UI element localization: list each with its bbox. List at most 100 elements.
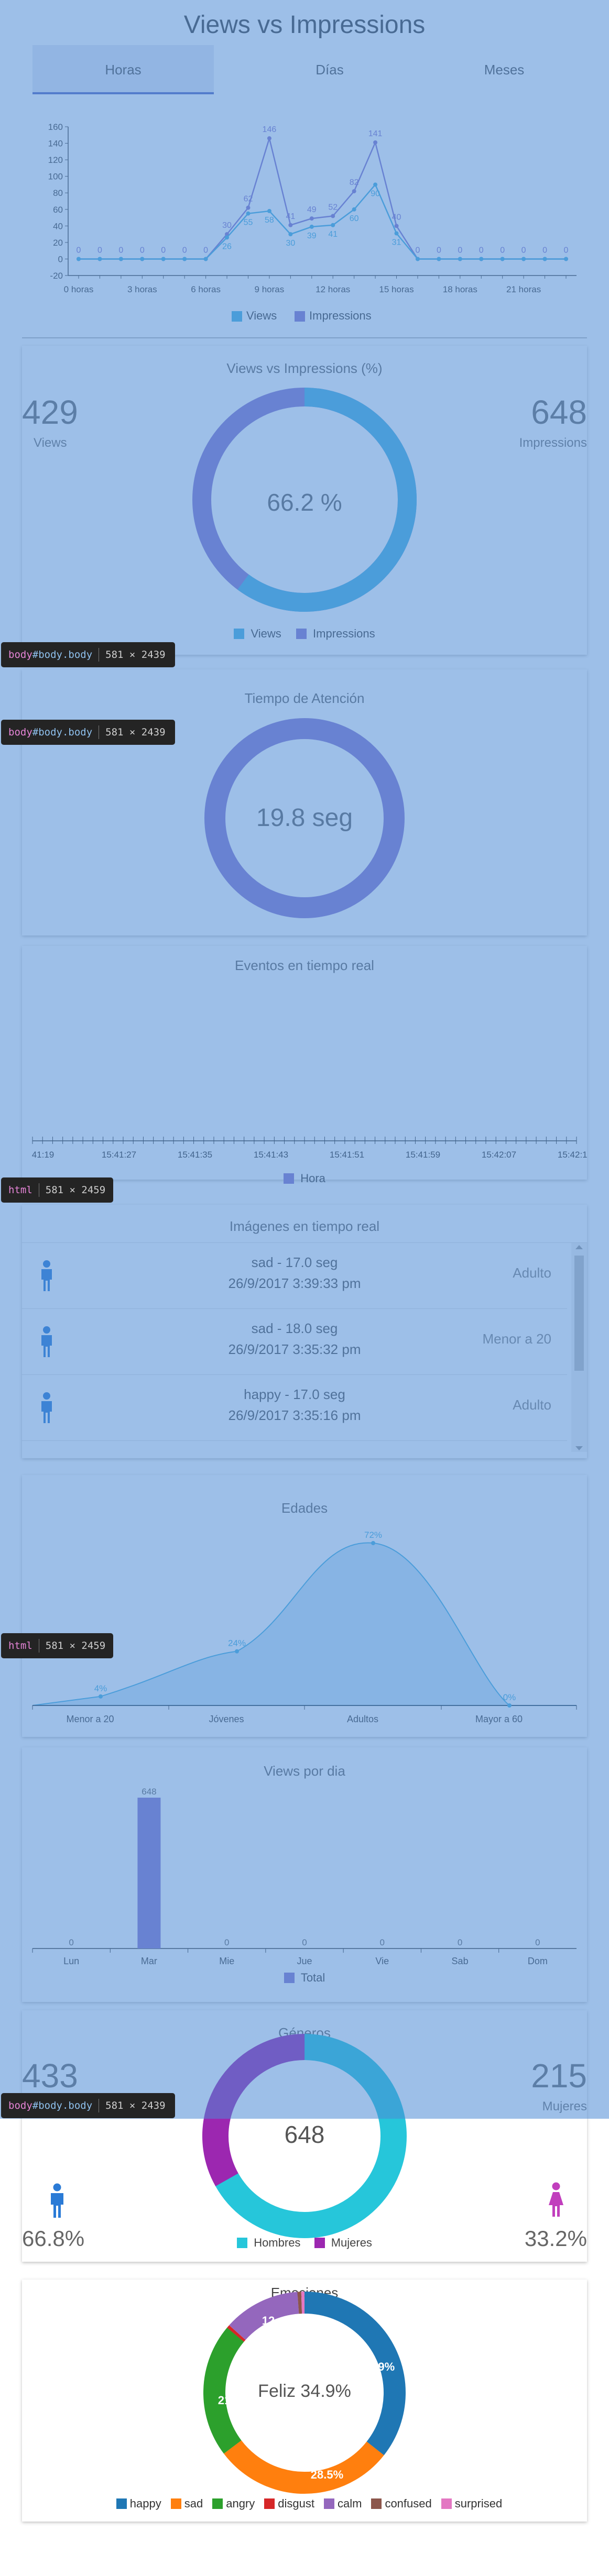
legend-sad-label: sad <box>184 2497 203 2511</box>
data-point <box>288 232 293 237</box>
legend-disgust-swatch <box>264 2498 275 2509</box>
data-label: 146 <box>263 125 277 134</box>
x-tick-label: Vie <box>375 1956 389 1966</box>
genders-card: Géneros 433 215 Mujeres 648 66.8% 33.2% … <box>22 2010 587 2262</box>
scrollbar-up-arrow[interactable] <box>575 1245 583 1249</box>
realtime-images-list[interactable]: sad - 17.0 seg 26/9/2017 3:39:33 pm Adul… <box>22 1242 587 1452</box>
bar-value-label: 0 <box>380 1937 385 1947</box>
data-label: 49 <box>307 205 317 214</box>
x-tick-label: Menor a 20 <box>66 1714 114 1724</box>
legend-happy-swatch <box>116 2498 127 2509</box>
data-label: 0 <box>500 246 505 255</box>
image-age-group: Menor a 20 <box>482 1331 551 1347</box>
legend-angry-label: angry <box>226 2497 255 2511</box>
scrollbar-down-arrow[interactable] <box>575 1446 583 1450</box>
slice-label: 28.5% <box>311 2468 343 2481</box>
data-label: 40 <box>392 213 401 222</box>
legend-impressions-swatch <box>295 311 305 322</box>
x-tick-label: Jóvenes <box>209 1714 244 1724</box>
list-item[interactable]: happy - 17.0 seg 26/9/2017 3:35:16 pm Ad… <box>22 1375 567 1441</box>
data-point <box>415 257 420 261</box>
legend-men-swatch <box>237 2238 248 2249</box>
scrollbar-thumb[interactable] <box>574 1256 584 1371</box>
x-tick-label: 41:19 <box>32 1150 55 1160</box>
data-label: 55 <box>244 218 253 227</box>
emotions-center-value: Feliz 34.9% <box>258 2381 351 2401</box>
legend-hora-swatch <box>284 1173 295 1184</box>
views-per-day-bar-chart: 0 Lun 648 Mar 0 Mie 0 Jue 0 Vie 0 Sab 0 Dom <box>32 1787 577 1966</box>
devtools-element-tag: body #body.body 581 × 2439 <box>1 642 175 667</box>
legend-angry-swatch <box>212 2498 223 2509</box>
image-age-group: Adulto <box>513 1397 551 1413</box>
series-line-impressions <box>79 136 566 260</box>
legend-views-label: Views <box>246 309 277 322</box>
devtools-element-tag: html 581 × 2459 <box>1 1633 113 1658</box>
realtime-events-axis: 41:19 15:41:27 15:41:35 15:41:43 15:41:51 15:… <box>32 1137 587 1160</box>
x-tick-label: 12 horas <box>316 284 350 294</box>
data-point <box>235 1649 239 1654</box>
data-label: 0 <box>479 246 484 255</box>
data-label: 41 <box>328 230 338 239</box>
bar-mar <box>137 1798 161 1948</box>
data-point <box>309 224 314 229</box>
y-tick-label: 60 <box>53 205 63 215</box>
legend-surprised-swatch <box>441 2498 452 2509</box>
legend-impressions-label: Impressions <box>313 627 375 641</box>
x-tick-label: 15:41:51 <box>330 1150 364 1160</box>
legend-impressions-label: Impressions <box>309 309 372 322</box>
legend-total-swatch <box>284 1973 295 1984</box>
scrollbar[interactable] <box>571 1243 587 1452</box>
data-label: 141 <box>368 129 383 138</box>
page-title: Views vs Impressions <box>183 11 426 39</box>
data-point <box>203 257 208 261</box>
legend-views-label: Views <box>251 627 281 641</box>
genders-legend: Hombres Mujeres <box>22 2236 587 2250</box>
x-tick-label: 18 horas <box>443 284 477 294</box>
x-tick-label: 9 horas <box>255 284 285 294</box>
y-tick-label: 100 <box>48 172 63 182</box>
data-point <box>394 224 399 228</box>
data-point <box>373 182 378 187</box>
data-label: 39 <box>307 232 317 240</box>
legend-happy-label: happy <box>129 2497 161 2511</box>
data-label: 0 <box>564 246 569 255</box>
legend-calm-label: calm <box>337 2497 362 2511</box>
bar-value-label: 0 <box>302 1937 307 1947</box>
list-item[interactable]: sad - 18.0 seg 26/9/2017 3:35:32 pm Meno… <box>22 1309 567 1375</box>
legend-women-label: Mujeres <box>331 2236 372 2250</box>
legend-hora-label: Hora <box>300 1172 325 1185</box>
x-tick-label: 15:41:35 <box>178 1150 212 1160</box>
realtime-events-card: Eventos en tiempo real 41:19 15:41:27 15:4… <box>22 946 587 1185</box>
data-point <box>542 257 547 261</box>
data-label: 24% <box>228 1638 246 1648</box>
bar-value-label: 0 <box>224 1937 229 1947</box>
list-item[interactable]: sad - 17.0 seg 26/9/2017 3:39:33 pm Adul… <box>22 1243 567 1309</box>
x-tick-label: Mayor a 60 <box>475 1714 523 1724</box>
x-tick-label: 15:41:27 <box>102 1150 136 1160</box>
data-point <box>352 207 356 212</box>
data-point <box>521 257 526 261</box>
legend-views-swatch <box>232 311 242 322</box>
data-label: 4% <box>94 1683 107 1693</box>
attention-card: Tiempo de Atención 19.8 seg <box>22 669 587 935</box>
data-label: 0 <box>203 246 208 255</box>
tab-dias[interactable]: Días <box>239 45 420 94</box>
y-tick-label: 80 <box>53 188 63 198</box>
data-point <box>479 257 484 261</box>
data-point <box>331 214 335 218</box>
legend-sad-swatch <box>170 2498 181 2509</box>
data-label: 0 <box>97 246 102 255</box>
data-label: 0% <box>503 1692 516 1702</box>
data-label: 0 <box>521 246 526 255</box>
bar-value-label: 0 <box>69 1937 73 1947</box>
data-point <box>77 257 81 261</box>
tab-horas[interactable]: Horas <box>32 45 214 94</box>
emotions-card: Emociones 34.9% 28.5% 21 12 Feliz 34.9% hap… <box>22 2280 587 2522</box>
image-age-group: Adulto <box>513 1265 551 1281</box>
page-header: Views vs Impressions Horas Días Meses <box>0 0 609 100</box>
tab-meses[interactable]: Meses <box>420 45 588 94</box>
x-tick-label: 6 horas <box>191 284 221 294</box>
legend-women-swatch <box>314 2238 325 2249</box>
data-point <box>373 140 378 145</box>
data-label: 60 <box>350 214 359 223</box>
